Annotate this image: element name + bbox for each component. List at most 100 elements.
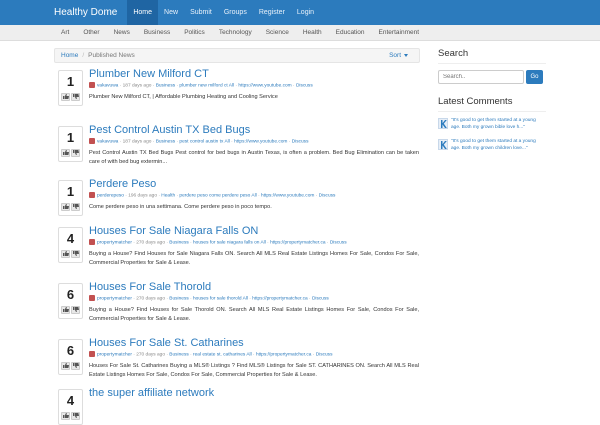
category-other[interactable]: Other (76, 29, 106, 36)
comment-item[interactable]: "It's good to get them started at a youn… (438, 139, 546, 152)
vote-count: 1 (66, 74, 75, 89)
vote-buttons (59, 201, 82, 211)
breadcrumb-home[interactable]: Home (61, 52, 78, 59)
chevron-down-icon (404, 53, 408, 57)
vote-count: 6 (66, 287, 75, 302)
category-science[interactable]: Science (259, 29, 296, 36)
nav-login[interactable]: Login (291, 0, 320, 25)
story-tags[interactable]: perdere peso come perdere peso All (179, 193, 256, 198)
thumbs-up-icon[interactable] (61, 203, 70, 211)
story-discuss-link[interactable]: Discuss (312, 296, 329, 301)
story-title-link[interactable]: Plumber New Milford CT (89, 68, 419, 81)
vote-box: 6 (58, 283, 83, 319)
thumbs-down-icon[interactable] (71, 412, 80, 420)
story-source-link[interactable]: https://www.youtube.com (234, 139, 287, 144)
vote-count: 1 (66, 130, 75, 145)
thumbs-down-icon[interactable] (71, 93, 80, 101)
user-avatar-icon (89, 295, 95, 301)
user-avatar-icon (89, 351, 95, 357)
story-age: 187 days ago (122, 83, 152, 89)
story-body: the super affiliate network (89, 387, 419, 400)
category-politics[interactable]: Politics (177, 29, 212, 36)
story-discuss-link[interactable]: Discuss (316, 352, 333, 357)
thumbs-up-icon[interactable] (61, 412, 70, 420)
comment-item[interactable]: "It's good to get them started at a youn… (438, 118, 546, 131)
thumbs-down-icon[interactable] (71, 149, 80, 157)
nav-new[interactable]: New (158, 0, 184, 25)
nav-groups[interactable]: Groups (218, 0, 253, 25)
story-age: 187 days ago (122, 139, 152, 145)
nav-register[interactable]: Register (253, 0, 291, 25)
story-source-link[interactable]: https://propertymatcher.ca (252, 296, 307, 301)
story-age: 270 days ago (136, 240, 166, 246)
story-source-link[interactable]: https://www.youtube.com (261, 193, 314, 198)
latest-comments-heading: Latest Comments (438, 96, 546, 112)
story-category[interactable]: Business (169, 352, 188, 357)
story-tags[interactable]: houses for sale niagara falls on All (193, 240, 266, 245)
story-title-link[interactable]: Houses For Sale Niagara Falls ON (89, 225, 419, 238)
vote-box: 1 (58, 126, 83, 162)
category-business[interactable]: Business (137, 29, 177, 36)
story-source-link[interactable]: https://propertymatcher.ca (270, 240, 325, 245)
story-author[interactable]: vakavuwa (97, 83, 118, 88)
story-discuss-link[interactable]: Discuss (330, 240, 347, 245)
search-go-button[interactable]: Go (526, 70, 543, 84)
story-author[interactable]: propertymatcher (97, 296, 132, 301)
top-nav-menu: Home New Submit Groups Register Login (127, 0, 320, 25)
story-title-link[interactable]: Perdere Peso (89, 178, 419, 191)
brand-logo[interactable]: Healthy Dome (0, 0, 127, 25)
story-discuss-link[interactable]: Discuss (296, 83, 313, 88)
thumbs-up-icon[interactable] (61, 362, 70, 370)
story-title-link[interactable]: Houses For Sale St. Catharines (89, 337, 419, 350)
category-health[interactable]: Health (296, 29, 329, 36)
vote-box: 6 (58, 339, 83, 375)
story-description: Pest Control Austin TX Bed Bugs Pest con… (89, 150, 419, 165)
thumbs-up-icon[interactable] (61, 250, 70, 258)
nav-submit[interactable]: Submit (184, 0, 218, 25)
thumbs-down-icon[interactable] (71, 203, 80, 211)
story-category[interactable]: Business (169, 240, 188, 245)
story-age: 270 days ago (136, 296, 166, 302)
thumbs-down-icon[interactable] (71, 250, 80, 258)
story-title-link[interactable]: the super affiliate network (89, 387, 419, 400)
category-education[interactable]: Education (329, 29, 372, 36)
category-art[interactable]: Art (54, 29, 76, 36)
story-author[interactable]: vakavuwa (97, 139, 118, 144)
story-author[interactable]: propertymatcher (97, 352, 132, 357)
vote-box: 4 (58, 389, 83, 425)
story-discuss-link[interactable]: Discuss (319, 193, 336, 198)
story-age: 196 days ago (128, 193, 158, 199)
vote-box: 4 (58, 227, 83, 263)
story-tags[interactable]: pest control austin tx All (179, 139, 229, 144)
category-entertainment[interactable]: Entertainment (372, 29, 426, 36)
story-author[interactable]: propertymatcher (97, 240, 132, 245)
story-category[interactable]: Health (161, 193, 175, 198)
story-source-link[interactable]: https://propertymatcher.ca (256, 352, 311, 357)
story-tags[interactable]: plumber new milford ct All (179, 83, 234, 88)
story-category[interactable]: Business (156, 83, 175, 88)
story-title-link[interactable]: Pest Control Austin TX Bed Bugs (89, 124, 419, 137)
nav-home[interactable]: Home (127, 0, 159, 25)
category-technology[interactable]: Technology (212, 29, 259, 36)
story-meta: vakavuwa · 187 days ago · Business · plu… (89, 82, 419, 90)
sort-button[interactable]: Sort (384, 51, 413, 61)
thumbs-down-icon[interactable] (71, 362, 80, 370)
thumbs-down-icon[interactable] (71, 306, 80, 314)
story-category[interactable]: Business (156, 139, 175, 144)
user-avatar-icon (89, 192, 95, 198)
search-input[interactable] (438, 70, 524, 84)
thumbs-up-icon[interactable] (61, 306, 70, 314)
thumbs-up-icon[interactable] (61, 149, 70, 157)
story-source-link[interactable]: https://www.youtube.com (238, 83, 291, 88)
story-author[interactable]: perderepeso (97, 193, 124, 198)
story-tags[interactable]: houses for sale thorold All (193, 296, 248, 301)
story-description: Houses For Sale St. Catharines Buying a … (89, 363, 419, 378)
story-discuss-link[interactable]: Discuss (292, 139, 309, 144)
comment-text: "It's good to get them started at a youn… (451, 139, 536, 151)
story-category[interactable]: Business (169, 296, 188, 301)
story-title-link[interactable]: Houses For Sale Thorold (89, 281, 419, 294)
category-news[interactable]: News (107, 29, 137, 36)
thumbs-up-icon[interactable] (61, 93, 70, 101)
commenter-avatar-icon (438, 139, 448, 150)
story-tags[interactable]: real estate st. catharines All (193, 352, 252, 357)
